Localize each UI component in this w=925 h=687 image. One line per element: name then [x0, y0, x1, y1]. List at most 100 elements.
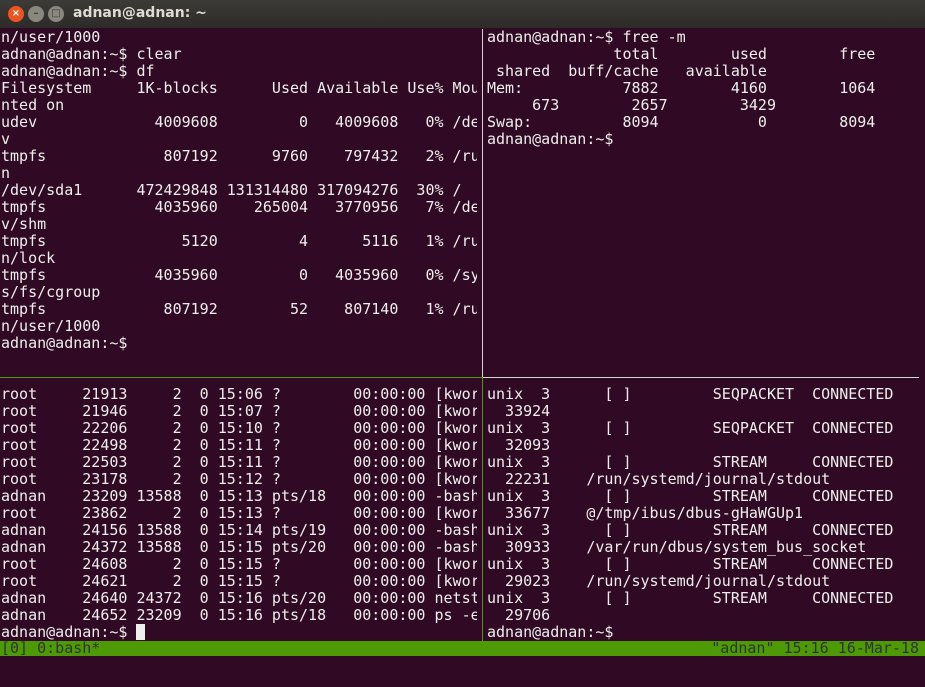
- terminal-line-text: total used free: [487, 45, 876, 63]
- terminal-line-text: n/lock: [1, 249, 56, 267]
- status-host-time: "adnan" 15:16 16-Mar-18: [711, 639, 919, 657]
- pane-bottom-left[interactable]: root 21913 2 0 15:06 ? 00:00:00 [kwor roo…: [1, 386, 477, 641]
- terminal-line: 33924: [487, 403, 925, 420]
- terminal-line-text: tmpfs 5120 4 5116 1% /ru: [1, 232, 477, 250]
- terminal-line-text: 30933 /var/run/dbus/system_bus_socket: [487, 538, 867, 556]
- terminal-line-text: s/fs/cgroup: [1, 283, 101, 301]
- terminal-line: 32093: [487, 437, 925, 454]
- terminal-line: Mem: 7882 4160 1064: [487, 80, 925, 97]
- terminal-line: root 21913 2 0 15:06 ? 00:00:00 [kwor: [1, 386, 477, 403]
- terminal-line: adnan@adnan:~$: [487, 131, 925, 148]
- terminal-line: n: [1, 165, 477, 182]
- window-list[interactable]: [0] 0:bash*: [1, 641, 100, 656]
- terminal-line: unix 3 [ ] STREAM CONNECTED: [487, 522, 925, 539]
- terminal-line: tmpfs 4035960 0 4035960 0% /sy: [1, 267, 477, 284]
- terminal-line-text: adnan@adnan:~$ df: [1, 62, 155, 80]
- pane-top-left[interactable]: n/user/1000 adnan@adnan:~$ clear adnan@adn…: [1, 29, 477, 369]
- terminal-line-text: v/shm: [1, 215, 47, 233]
- terminal-line: unix 3 [ ] STREAM CONNECTED: [487, 454, 925, 471]
- terminal-line: 673 2657 3429: [487, 97, 925, 114]
- close-button[interactable]: ×: [8, 6, 24, 22]
- terminal-line-text: tmpfs 4035960 265004 3770956 7% /de: [1, 198, 477, 216]
- pane-divider-vertical-top[interactable]: [482, 29, 483, 377]
- terminal-line: total used free: [487, 46, 925, 63]
- terminal-line-text: v: [1, 130, 11, 148]
- terminal-line: Swap: 8094 0 8094: [487, 114, 925, 131]
- terminal-line-text: adnan@adnan:~$ clear: [1, 45, 182, 63]
- terminal-line-text: adnan 23209 13588 0 15:13 pts/18 00:00:0…: [1, 487, 477, 505]
- maximize-button[interactable]: □: [48, 6, 64, 22]
- terminal-line: shared buff/cache available: [487, 63, 925, 80]
- terminal-line: s/fs/cgroup: [1, 284, 477, 301]
- terminal-line: 22231 /run/systemd/journal/stdout: [487, 471, 925, 488]
- pane-bottom-right[interactable]: unix 3 [ ] SEQPACKET CONNECTED 33924 unix…: [487, 386, 925, 641]
- terminal-line-text: adnan@adnan:~$: [1, 334, 128, 352]
- terminal-line-text: adnan 24640 24372 0 15:16 pts/20 00:00:0…: [1, 589, 477, 607]
- terminal-line: unix 3 [ ] SEQPACKET CONNECTED: [487, 386, 925, 403]
- pane-divider-horizontal-right[interactable]: [483, 377, 919, 378]
- terminal-line: adnan@adnan:~$ clear: [1, 46, 477, 63]
- terminal-line: adnan 24372 13588 0 15:15 pts/20 00:00:0…: [1, 539, 477, 556]
- terminal-line-text: shared buff/cache available: [487, 62, 767, 80]
- terminal-line-text: udev 4009608 0 4009608 0% /de: [1, 113, 477, 131]
- terminal-line-text: 33924: [487, 402, 551, 420]
- terminal-line-text: root 22503 2 0 15:11 ? 00:00:00 [kwor: [1, 453, 477, 471]
- minimize-icon: –: [33, 8, 39, 19]
- terminal-line: nted on: [1, 97, 477, 114]
- terminal-line: adnan@adnan:~$ free -m: [487, 29, 925, 46]
- terminal-line-text: Swap: 8094 0 8094: [487, 113, 876, 131]
- terminal-line: adnan@adnan:~$ df: [1, 63, 477, 80]
- terminal-line-text: root 23862 2 0 15:13 ? 00:00:00 [kwor: [1, 504, 477, 522]
- terminal-line-text: adnan 24372 13588 0 15:15 pts/20 00:00:0…: [1, 538, 477, 556]
- terminal-line-text: root 22498 2 0 15:11 ? 00:00:00 [kwor: [1, 436, 477, 454]
- terminal-line-text: root 24608 2 0 15:15 ? 00:00:00 [kwor: [1, 555, 477, 573]
- terminal-line: adnan 24640 24372 0 15:16 pts/20 00:00:0…: [1, 590, 477, 607]
- terminal-line-text: unix 3 [ ] STREAM CONNECTED: [487, 555, 894, 573]
- terminal-line: root 21946 2 0 15:07 ? 00:00:00 [kwor: [1, 403, 477, 420]
- text-cursor: [136, 624, 146, 640]
- terminal-line-text: 29023 /run/systemd/journal/stdout: [487, 572, 831, 590]
- terminal-line: 30933 /var/run/dbus/system_bus_socket: [487, 539, 925, 556]
- terminal-line: tmpfs 807192 9760 797432 2% /ru: [1, 148, 477, 165]
- terminal-line-text: adnan 24156 13588 0 15:14 pts/19 00:00:0…: [1, 521, 477, 539]
- terminal-line-text: root 24621 2 0 15:15 ? 00:00:00 [kwor: [1, 572, 477, 590]
- terminal-line: unix 3 [ ] STREAM CONNECTED: [487, 488, 925, 505]
- terminal-line-text: unix 3 [ ] STREAM CONNECTED: [487, 521, 894, 539]
- terminal-line: tmpfs 5120 4 5116 1% /ru: [1, 233, 477, 250]
- terminal-line: unix 3 [ ] SEQPACKET CONNECTED: [487, 420, 925, 437]
- terminal-line-text: tmpfs 807192 52 807140 1% /ru: [1, 300, 477, 318]
- tmux-status-bar: [0] 0:bash* "adnan" 15:16 16-Mar-18: [0, 641, 925, 656]
- terminal-line: v/shm: [1, 216, 477, 233]
- terminal-line-text: unix 3 [ ] STREAM CONNECTED: [487, 487, 894, 505]
- terminal-line: root 22503 2 0 15:11 ? 00:00:00 [kwor: [1, 454, 477, 471]
- terminal-line: root 22206 2 0 15:10 ? 00:00:00 [kwor: [1, 420, 477, 437]
- terminal-line: udev 4009608 0 4009608 0% /de: [1, 114, 477, 131]
- terminal-line: v: [1, 131, 477, 148]
- terminal-line-text: root 21946 2 0 15:07 ? 00:00:00 [kwor: [1, 402, 477, 420]
- close-icon: ×: [11, 8, 21, 19]
- terminal-line: 33677 @/tmp/ibus/dbus-gHaWGUp1: [487, 505, 925, 522]
- terminal-line: 29023 /run/systemd/journal/stdout: [487, 573, 925, 590]
- terminal-line: 29706: [487, 607, 925, 624]
- terminal-line: root 24621 2 0 15:15 ? 00:00:00 [kwor: [1, 573, 477, 590]
- terminal-line-text: tmpfs 4035960 0 4035960 0% /sy: [1, 266, 477, 284]
- pane-divider-horizontal-left[interactable]: [0, 377, 483, 378]
- terminal-line-text: /dev/sda1 472429848 131314480 317094276 …: [1, 181, 462, 199]
- terminal-line-text: 33677 @/tmp/ibus/dbus-gHaWGUp1: [487, 504, 804, 522]
- terminal-line: n/user/1000: [1, 318, 477, 335]
- pane-top-right[interactable]: adnan@adnan:~$ free -m total used free s…: [487, 29, 925, 369]
- terminal-line: root 22498 2 0 15:11 ? 00:00:00 [kwor: [1, 437, 477, 454]
- window-titlebar: × – □ adnan@adnan: ~: [0, 0, 925, 28]
- terminal-line: tmpfs 4035960 265004 3770956 7% /de: [1, 199, 477, 216]
- terminal-line: n/user/1000: [1, 29, 477, 46]
- terminal-line: root 23862 2 0 15:13 ? 00:00:00 [kwor: [1, 505, 477, 522]
- terminal-line: n/lock: [1, 250, 477, 267]
- terminal-line-text: unix 3 [ ] STREAM CONNECTED: [487, 453, 894, 471]
- terminal-line-text: adnan 24652 23209 0 15:16 pts/18 00:00:0…: [1, 606, 477, 624]
- terminal-line-text: adnan@adnan:~$ free -m: [487, 29, 686, 46]
- terminal-line-text: Filesystem 1K-blocks Used Available Use%…: [1, 79, 477, 97]
- terminal-line-text: 22231 /run/systemd/journal/stdout: [487, 470, 831, 488]
- terminal-line-text: n/user/1000: [1, 29, 101, 46]
- minimize-button[interactable]: –: [28, 6, 44, 22]
- pane-divider-vertical-bottom[interactable]: [482, 377, 483, 641]
